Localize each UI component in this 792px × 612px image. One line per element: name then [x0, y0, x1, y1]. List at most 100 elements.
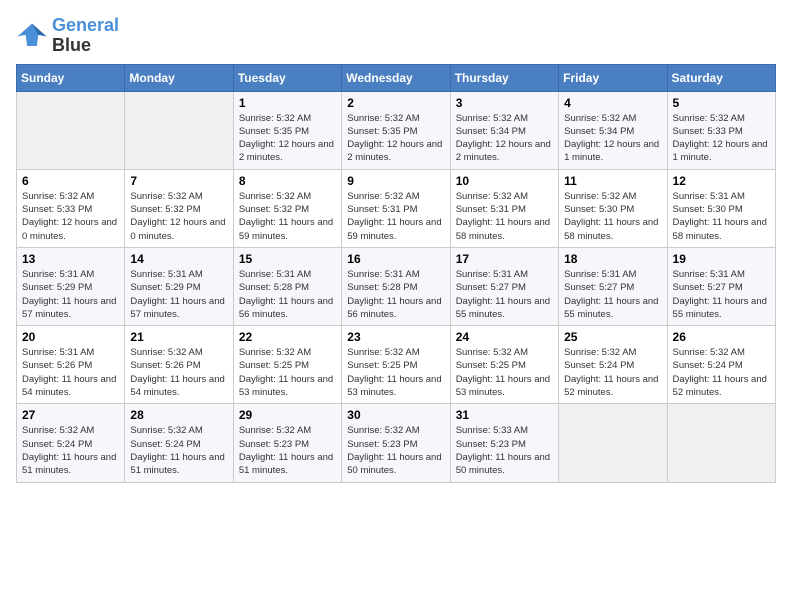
calendar-cell: 22 Sunrise: 5:32 AMSunset: 5:25 PMDayligh… — [233, 326, 341, 404]
day-number: 22 — [239, 330, 336, 344]
day-number: 28 — [130, 408, 227, 422]
day-info: Sunrise: 5:31 AMSunset: 5:29 PMDaylight:… — [130, 268, 227, 321]
calendar-cell: 18 Sunrise: 5:31 AMSunset: 5:27 PMDayligh… — [559, 247, 667, 325]
day-number: 21 — [130, 330, 227, 344]
day-info: Sunrise: 5:31 AMSunset: 5:28 PMDaylight:… — [347, 268, 444, 321]
day-number: 12 — [673, 174, 770, 188]
day-info: Sunrise: 5:32 AMSunset: 5:24 PMDaylight:… — [130, 424, 227, 477]
calendar-cell: 25 Sunrise: 5:32 AMSunset: 5:24 PMDayligh… — [559, 326, 667, 404]
day-number: 30 — [347, 408, 444, 422]
calendar-cell: 14Sunrise: 5:31 AMSunset: 5:29 PMDayligh… — [125, 247, 233, 325]
calendar-cell: 24Sunrise: 5:32 AMSunset: 5:25 PMDayligh… — [450, 326, 558, 404]
calendar-cell — [17, 91, 125, 169]
day-info: Sunrise: 5:31 AMSunset: 5:27 PMDaylight:… — [564, 268, 661, 321]
day-info: Sunrise: 5:32 AMSunset: 5:25 PMDaylight:… — [347, 346, 444, 399]
day-number: 31 — [456, 408, 553, 422]
day-info: Sunrise: 5:32 AMSunset: 5:24 PMDaylight:… — [564, 346, 661, 399]
day-info: Sunrise: 5:32 AMSunset: 5:34 PMDaylight:… — [564, 112, 661, 165]
day-info: Sunrise: 5:31 AMSunset: 5:26 PMDaylight:… — [22, 346, 119, 399]
day-number: 29 — [239, 408, 336, 422]
day-number: 4 — [564, 96, 661, 110]
calendar-cell — [559, 404, 667, 482]
calendar-cell: 10 Sunrise: 5:32 AMSunset: 5:31 PMDayligh… — [450, 169, 558, 247]
calendar-cell — [125, 91, 233, 169]
calendar-cell: 11 Sunrise: 5:32 AMSunset: 5:30 PMDayligh… — [559, 169, 667, 247]
day-info: Sunrise: 5:32 AMSunset: 5:33 PMDaylight:… — [22, 190, 119, 243]
calendar-cell — [667, 404, 775, 482]
calendar-cell: 21 Sunrise: 5:32 AMSunset: 5:26 PMDayligh… — [125, 326, 233, 404]
calendar-cell: 19 Sunrise: 5:31 AMSunset: 5:27 PMDayligh… — [667, 247, 775, 325]
day-info: Sunrise: 5:32 AMSunset: 5:35 PMDaylight:… — [239, 112, 336, 165]
day-info: Sunrise: 5:31 AMSunset: 5:27 PMDaylight:… — [673, 268, 770, 321]
day-info: Sunrise: 5:31 AMSunset: 5:27 PMDaylight:… — [456, 268, 553, 321]
calendar-cell: 16 Sunrise: 5:31 AMSunset: 5:28 PMDayligh… — [342, 247, 450, 325]
calendar-cell: 29 Sunrise: 5:32 AMSunset: 5:23 PMDayligh… — [233, 404, 341, 482]
day-info: Sunrise: 5:32 AMSunset: 5:35 PMDaylight:… — [347, 112, 444, 165]
calendar-cell: 4 Sunrise: 5:32 AMSunset: 5:34 PMDaylight… — [559, 91, 667, 169]
calendar-cell: 28 Sunrise: 5:32 AMSunset: 5:24 PMDayligh… — [125, 404, 233, 482]
calendar-cell: 7 Sunrise: 5:32 AMSunset: 5:32 PMDaylight… — [125, 169, 233, 247]
day-number: 24 — [456, 330, 553, 344]
day-number: 6 — [22, 174, 119, 188]
calendar-cell: 15 Sunrise: 5:31 AMSunset: 5:28 PMDayligh… — [233, 247, 341, 325]
day-number: 25 — [564, 330, 661, 344]
calendar-cell: 5 Sunrise: 5:32 AMSunset: 5:33 PMDaylight… — [667, 91, 775, 169]
col-header-friday: Friday — [559, 64, 667, 91]
day-number: 19 — [673, 252, 770, 266]
col-header-tuesday: Tuesday — [233, 64, 341, 91]
calendar-week-2: 6 Sunrise: 5:32 AMSunset: 5:33 PMDaylight… — [17, 169, 776, 247]
col-header-saturday: Saturday — [667, 64, 775, 91]
calendar-cell: 20Sunrise: 5:31 AMSunset: 5:26 PMDayligh… — [17, 326, 125, 404]
page-header: GeneralBlue — [16, 16, 776, 56]
calendar-cell: 9 Sunrise: 5:32 AMSunset: 5:31 PMDaylight… — [342, 169, 450, 247]
day-number: 16 — [347, 252, 444, 266]
day-number: 26 — [673, 330, 770, 344]
day-number: 15 — [239, 252, 336, 266]
day-info: Sunrise: 5:32 AMSunset: 5:26 PMDaylight:… — [130, 346, 227, 399]
calendar-cell: 30 Sunrise: 5:32 AMSunset: 5:23 PMDayligh… — [342, 404, 450, 482]
day-info: Sunrise: 5:32 AMSunset: 5:25 PMDaylight:… — [239, 346, 336, 399]
day-info: Sunrise: 5:33 AMSunset: 5:23 PMDaylight:… — [456, 424, 553, 477]
calendar-week-3: 13 Sunrise: 5:31 AMSunset: 5:29 PMDayligh… — [17, 247, 776, 325]
day-number: 1 — [239, 96, 336, 110]
col-header-monday: Monday — [125, 64, 233, 91]
day-number: 13 — [22, 252, 119, 266]
day-info: Sunrise: 5:31 AMSunset: 5:30 PMDaylight:… — [673, 190, 770, 243]
day-info: Sunrise: 5:31 AMSunset: 5:28 PMDaylight:… — [239, 268, 336, 321]
calendar-cell: 8Sunrise: 5:32 AMSunset: 5:32 PMDaylight… — [233, 169, 341, 247]
day-number: 5 — [673, 96, 770, 110]
day-number: 10 — [456, 174, 553, 188]
calendar-cell: 1 Sunrise: 5:32 AMSunset: 5:35 PMDaylight… — [233, 91, 341, 169]
calendar-cell: 12 Sunrise: 5:31 AMSunset: 5:30 PMDayligh… — [667, 169, 775, 247]
calendar-week-4: 20Sunrise: 5:31 AMSunset: 5:26 PMDayligh… — [17, 326, 776, 404]
calendar-cell: 13 Sunrise: 5:31 AMSunset: 5:29 PMDayligh… — [17, 247, 125, 325]
calendar-week-5: 27Sunrise: 5:32 AMSunset: 5:24 PMDayligh… — [17, 404, 776, 482]
day-info: Sunrise: 5:32 AMSunset: 5:32 PMDaylight:… — [239, 190, 336, 243]
day-number: 17 — [456, 252, 553, 266]
day-info: Sunrise: 5:32 AMSunset: 5:31 PMDaylight:… — [456, 190, 553, 243]
calendar-cell: 3Sunrise: 5:32 AMSunset: 5:34 PMDaylight… — [450, 91, 558, 169]
logo: GeneralBlue — [16, 16, 119, 56]
day-number: 9 — [347, 174, 444, 188]
day-info: Sunrise: 5:32 AMSunset: 5:23 PMDaylight:… — [239, 424, 336, 477]
day-info: Sunrise: 5:32 AMSunset: 5:32 PMDaylight:… — [130, 190, 227, 243]
day-info: Sunrise: 5:31 AMSunset: 5:29 PMDaylight:… — [22, 268, 119, 321]
col-header-sunday: Sunday — [17, 64, 125, 91]
day-info: Sunrise: 5:32 AMSunset: 5:34 PMDaylight:… — [456, 112, 553, 165]
col-header-wednesday: Wednesday — [342, 64, 450, 91]
day-number: 18 — [564, 252, 661, 266]
day-info: Sunrise: 5:32 AMSunset: 5:30 PMDaylight:… — [564, 190, 661, 243]
col-header-thursday: Thursday — [450, 64, 558, 91]
day-info: Sunrise: 5:32 AMSunset: 5:31 PMDaylight:… — [347, 190, 444, 243]
calendar-table: SundayMondayTuesdayWednesdayThursdayFrid… — [16, 64, 776, 483]
day-info: Sunrise: 5:32 AMSunset: 5:33 PMDaylight:… — [673, 112, 770, 165]
logo-text: GeneralBlue — [52, 16, 119, 56]
calendar-cell: 31 Sunrise: 5:33 AMSunset: 5:23 PMDayligh… — [450, 404, 558, 482]
day-number: 11 — [564, 174, 661, 188]
day-info: Sunrise: 5:32 AMSunset: 5:23 PMDaylight:… — [347, 424, 444, 477]
day-info: Sunrise: 5:32 AMSunset: 5:24 PMDaylight:… — [673, 346, 770, 399]
logo-icon — [16, 22, 48, 50]
calendar-cell: 26 Sunrise: 5:32 AMSunset: 5:24 PMDayligh… — [667, 326, 775, 404]
calendar-cell: 6 Sunrise: 5:32 AMSunset: 5:33 PMDaylight… — [17, 169, 125, 247]
day-number: 7 — [130, 174, 227, 188]
